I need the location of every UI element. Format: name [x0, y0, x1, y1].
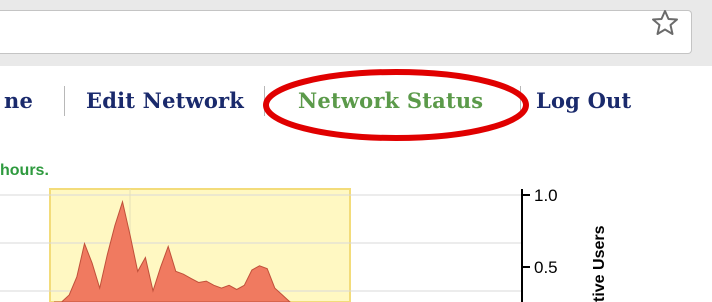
nav-link-home[interactable]: ne [4, 88, 33, 113]
bookmark-star-icon[interactable] [648, 8, 682, 38]
y2-tick-label: 1.0 [534, 186, 558, 205]
nav-link-log-out[interactable]: Log Out [536, 88, 631, 113]
nav-link-edit-network[interactable]: Edit Network [86, 88, 244, 113]
top-navigation: ne Edit Network Network Status Log Out [0, 66, 712, 141]
browser-toolbar [0, 0, 712, 66]
y2-axis-label: tive Users [591, 225, 608, 302]
y2-tick-label: 0.5 [534, 258, 558, 277]
address-bar[interactable] [0, 10, 692, 54]
active-users-chart: 1.0 0.5 tive Users [0, 186, 608, 302]
nav-divider [64, 86, 65, 116]
red-circle-annotation [263, 69, 529, 141]
